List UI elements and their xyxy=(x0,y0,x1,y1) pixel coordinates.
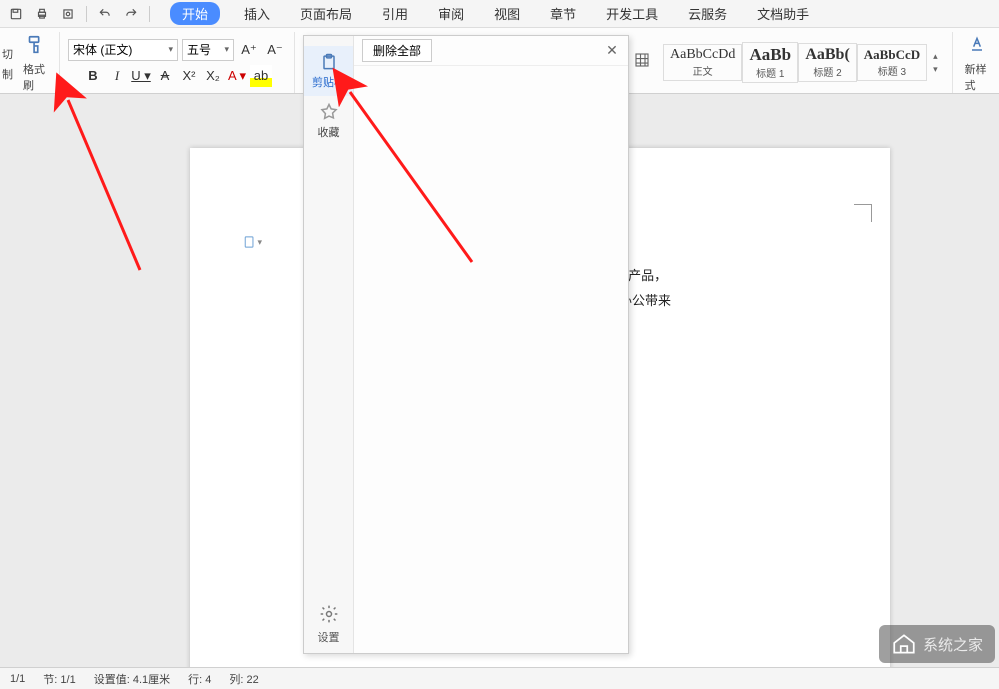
style-heading3[interactable]: AaBbCcD 标题 3 xyxy=(857,44,927,81)
copy-label[interactable]: 制 xyxy=(2,66,13,82)
increase-font-icon[interactable]: A⁺ xyxy=(238,39,260,61)
star-icon xyxy=(319,102,339,122)
tab-insert[interactable]: 插入 xyxy=(238,2,276,25)
separator xyxy=(86,6,87,22)
panel-main: 删除全部 xyxy=(354,36,628,653)
font-size-combo[interactable]: 五号▾ xyxy=(182,39,234,61)
status-bar: 1/1 节: 1/1 设置值: 4.1厘米 行: 4 列: 22 xyxy=(0,667,999,689)
status-row: 行: 4 xyxy=(188,671,211,687)
panel-settings-button[interactable]: 设置 xyxy=(318,596,340,653)
new-style-group: 新样式 xyxy=(953,32,999,93)
settings-label: 设置 xyxy=(318,629,340,645)
underline-button[interactable]: U ▾ xyxy=(130,65,152,87)
preview-icon[interactable] xyxy=(60,6,76,22)
cut-label[interactable]: 切 xyxy=(2,46,13,62)
table-icon xyxy=(633,51,651,74)
superscript-button[interactable]: X² xyxy=(178,65,200,87)
status-setting: 设置值: 4.1厘米 xyxy=(94,671,170,687)
style-heading1[interactable]: AaBb 标题 1 xyxy=(742,42,798,83)
format-painter-label: 格式刷 xyxy=(23,61,47,93)
tab-references[interactable]: 引用 xyxy=(376,2,414,25)
font-group: 宋体 (正文)▾ 五号▾ A⁺ A⁻ B I U ▾ A X² X₂ A ▾ a… xyxy=(60,32,295,93)
favorites-tab-label: 收藏 xyxy=(318,124,340,140)
format-painter-button[interactable]: 格式刷 xyxy=(19,31,51,95)
save-icon[interactable] xyxy=(8,6,24,22)
tab-review[interactable]: 审阅 xyxy=(432,2,470,25)
sidebar-clipboard-tab[interactable]: 剪贴板 xyxy=(304,46,353,96)
status-page: 1/1 xyxy=(10,673,25,685)
tab-pagelayout[interactable]: 页面布局 xyxy=(294,2,358,25)
tab-helper[interactable]: 文档助手 xyxy=(751,2,815,25)
new-style-icon xyxy=(965,33,989,57)
panel-sidebar: 剪贴板 收藏 设置 xyxy=(304,36,354,653)
style-normal[interactable]: AaBbCcDd 正文 xyxy=(663,44,742,81)
styles-more-button[interactable]: ▴ ▾ xyxy=(927,51,944,75)
paragraph-options-icon[interactable]: ▾ xyxy=(242,232,262,252)
watermark: 系统之家 xyxy=(879,625,995,663)
clipboard-tab-label: 剪贴板 xyxy=(312,74,345,90)
sidebar-favorites-tab[interactable]: 收藏 xyxy=(304,96,353,146)
redo-icon[interactable] xyxy=(123,6,139,22)
new-style-button[interactable]: 新样式 xyxy=(961,31,993,95)
clipboard-panel: 剪贴板 收藏 设置 删除全部 ✕ xyxy=(303,35,629,654)
format-painter-icon xyxy=(23,33,47,57)
new-style-label: 新样式 xyxy=(965,61,989,93)
clipboard-group: 切 制 格式刷 xyxy=(0,32,60,93)
page-corner-marker xyxy=(854,204,872,222)
styles-group: AaBbCcDd 正文 AaBb 标题 1 AaBb( 标题 2 AaBbCcD… xyxy=(655,32,953,93)
status-section: 节: 1/1 xyxy=(43,671,75,687)
clipboard-icon xyxy=(319,52,339,72)
panel-close-button[interactable]: ✕ xyxy=(604,42,620,58)
style-heading2[interactable]: AaBb( 标题 2 xyxy=(798,43,856,82)
highlight-button[interactable]: ab xyxy=(250,65,272,87)
font-name-combo[interactable]: 宋体 (正文)▾ xyxy=(68,39,178,61)
decrease-font-icon[interactable]: A⁻ xyxy=(264,39,286,61)
separator xyxy=(149,6,150,22)
tab-cloud[interactable]: 云服务 xyxy=(682,2,733,25)
subscript-button[interactable]: X₂ xyxy=(202,65,224,87)
gear-icon xyxy=(319,604,339,627)
panel-topbar: 删除全部 xyxy=(354,36,628,66)
tab-start[interactable]: 开始 xyxy=(170,2,220,25)
strikethrough-button[interactable]: A xyxy=(154,65,176,87)
table-icon-group[interactable] xyxy=(625,32,655,93)
menu-tabs: 开始 插入 页面布局 引用 审阅 视图 章节 开发工具 云服务 文档助手 xyxy=(160,2,815,25)
tab-view[interactable]: 视图 xyxy=(488,2,526,25)
bold-button[interactable]: B xyxy=(82,65,104,87)
status-col: 列: 22 xyxy=(229,671,258,687)
tab-sections[interactable]: 章节 xyxy=(544,2,582,25)
font-color-button[interactable]: A ▾ xyxy=(226,65,248,87)
undo-icon[interactable] xyxy=(97,6,113,22)
title-bar: 开始 插入 页面布局 引用 审阅 视图 章节 开发工具 云服务 文档助手 xyxy=(0,0,999,28)
italic-button[interactable]: I xyxy=(106,65,128,87)
print-icon[interactable] xyxy=(34,6,50,22)
tab-devtools[interactable]: 开发工具 xyxy=(600,2,664,25)
clear-all-button[interactable]: 删除全部 xyxy=(362,39,432,62)
